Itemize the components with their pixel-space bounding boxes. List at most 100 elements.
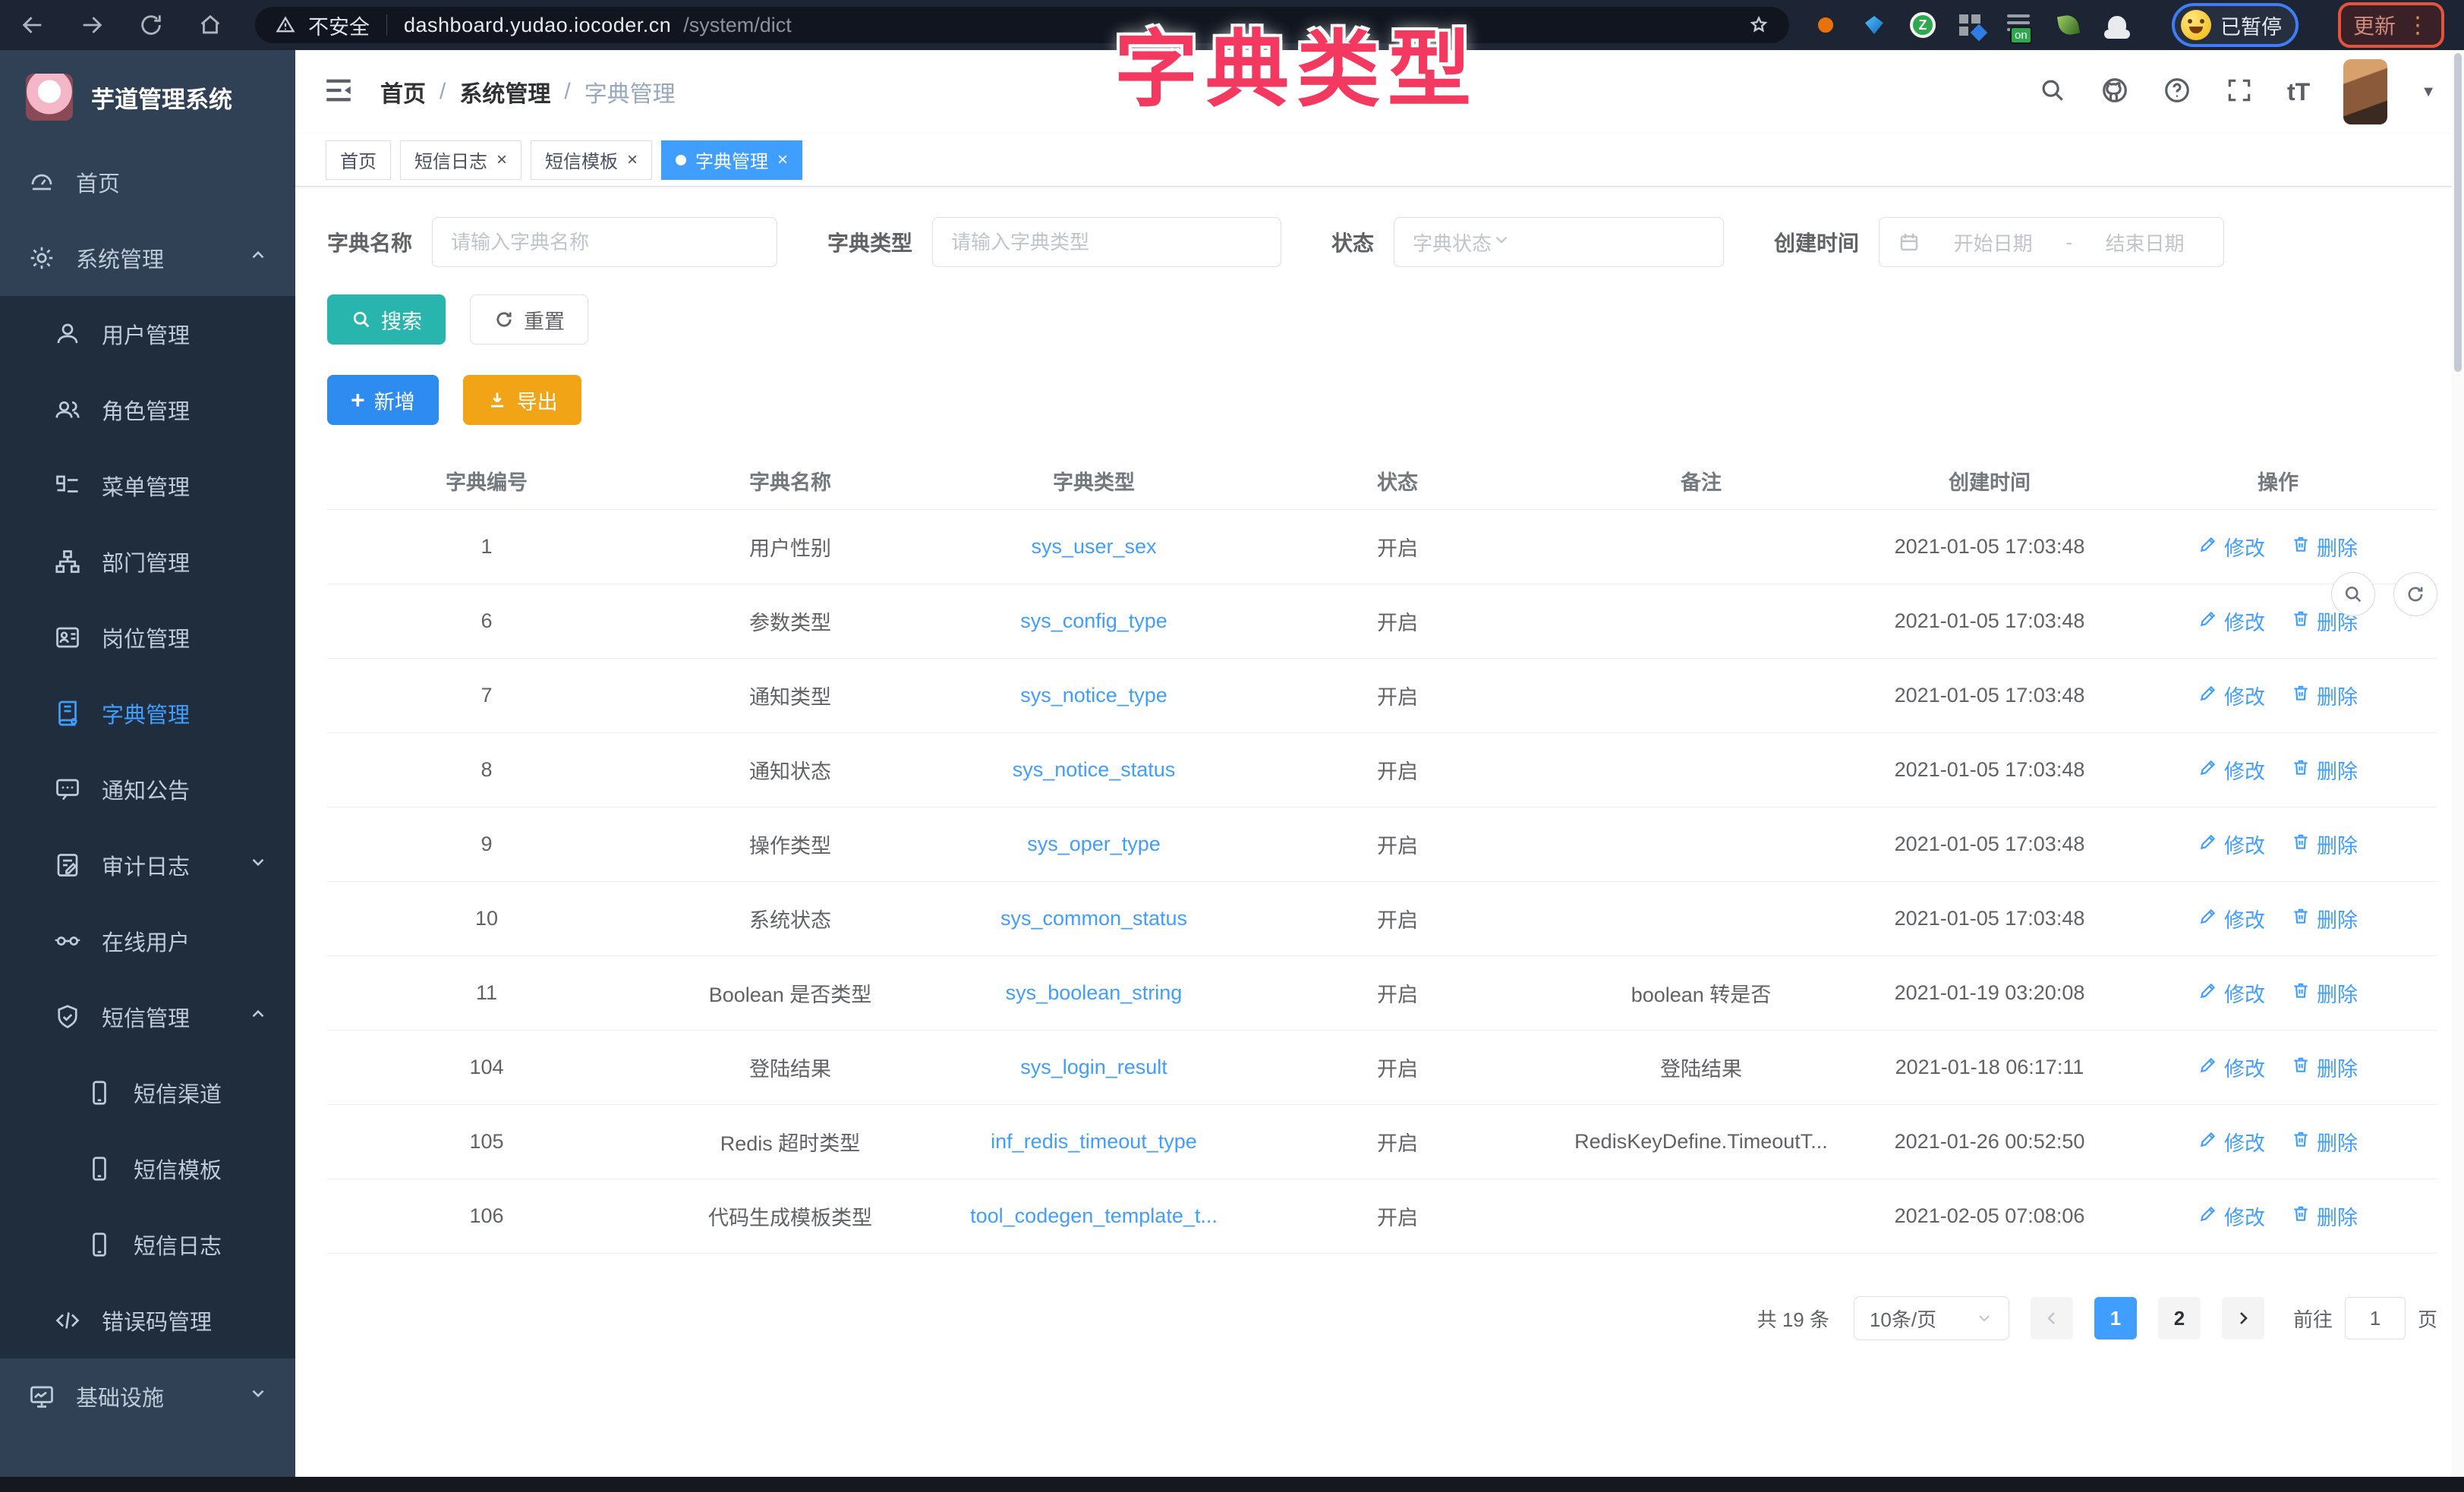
font-size-icon[interactable]: tT: [2287, 78, 2310, 106]
sidebar-item[interactable]: 字典管理: [0, 675, 295, 751]
sidebar-item[interactable]: 角色管理: [0, 372, 295, 448]
close-icon[interactable]: ×: [496, 151, 507, 169]
close-icon[interactable]: ×: [627, 151, 638, 169]
delete-link[interactable]: 删除: [2291, 1201, 2358, 1231]
edit-link[interactable]: 修改: [2198, 1053, 2265, 1082]
sidebar-item[interactable]: 基础设施: [0, 1358, 295, 1434]
date-range-picker[interactable]: 开始日期 - 结束日期: [1879, 217, 2224, 267]
dict-type-link[interactable]: inf_redis_timeout_type: [934, 1130, 1253, 1154]
edit-link[interactable]: 修改: [2198, 1201, 2265, 1231]
sidebar-item[interactable]: 首页: [0, 144, 295, 220]
edit-link[interactable]: 修改: [2198, 755, 2265, 785]
created-cell: 2021-01-05 17:03:48: [1861, 833, 2119, 856]
sidebar-item[interactable]: 岗位管理: [0, 600, 295, 675]
edit-link[interactable]: 修改: [2198, 1127, 2265, 1157]
tab-短信日志[interactable]: 短信日志×: [400, 140, 521, 180]
page-size-select[interactable]: 10条/页: [1854, 1296, 2009, 1340]
show-search-button[interactable]: [2331, 572, 2375, 616]
extension-figure-icon[interactable]: [2103, 11, 2131, 39]
prev-page-button[interactable]: [2031, 1297, 2073, 1339]
tab-短信模板[interactable]: 短信模板 ×: [531, 140, 652, 180]
edit-link[interactable]: 修改: [2198, 606, 2265, 636]
tab-label: 短信模板: [545, 146, 618, 173]
forward-icon[interactable]: [79, 12, 105, 38]
delete-link[interactable]: 删除: [2291, 755, 2358, 785]
dict-type-link[interactable]: sys_notice_status: [934, 758, 1253, 782]
back-icon[interactable]: [20, 12, 46, 38]
delete-link[interactable]: 删除: [2291, 904, 2358, 933]
page-number-2[interactable]: 2: [2158, 1297, 2201, 1339]
help-icon[interactable]: [2163, 76, 2191, 109]
dict-type-link[interactable]: sys_common_status: [934, 907, 1253, 930]
next-page-button[interactable]: [2222, 1297, 2264, 1339]
page-number-1[interactable]: 1: [2094, 1297, 2137, 1339]
dict-type-input[interactable]: [951, 231, 1262, 254]
reset-button[interactable]: 重置: [470, 294, 588, 345]
kebab-menu-icon[interactable]: ⋮: [2406, 12, 2429, 39]
extension-chip-icon[interactable]: Z: [1909, 11, 1936, 39]
sidebar-item[interactable]: 短信渠道: [0, 1055, 295, 1131]
dict-type-link[interactable]: sys_oper_type: [934, 833, 1253, 856]
delete-link[interactable]: 删除: [2291, 532, 2358, 562]
refresh-table-button[interactable]: [2393, 572, 2437, 616]
status-select[interactable]: 字典状态: [1394, 217, 1724, 267]
scrollbar-thumb[interactable]: [2454, 53, 2462, 372]
hamburger-icon[interactable]: [323, 74, 354, 110]
profile-paused-badge[interactable]: 已暂停: [2172, 3, 2299, 47]
sidebar-item[interactable]: 菜单管理: [0, 448, 295, 524]
dict-type-link[interactable]: sys_login_result: [934, 1056, 1253, 1079]
edit-link[interactable]: 修改: [2198, 532, 2265, 562]
url-bar[interactable]: 不安全 dashboard.yudao.iocoder.cn /system/d…: [255, 7, 1789, 43]
extension-leaf-icon[interactable]: [2055, 11, 2082, 39]
search-icon[interactable]: [2038, 76, 2067, 109]
edit-icon: [2198, 1129, 2218, 1154]
delete-link[interactable]: 删除: [2291, 681, 2358, 710]
edit-link[interactable]: 修改: [2198, 904, 2265, 933]
chevron-down-icon[interactable]: ▼: [2421, 83, 2436, 101]
delete-link[interactable]: 删除: [2291, 1053, 2358, 1082]
edit-link[interactable]: 修改: [2198, 978, 2265, 1008]
browser-scrollbar[interactable]: [2452, 50, 2464, 1477]
add-button[interactable]: + 新增: [327, 375, 439, 425]
delete-link[interactable]: 删除: [2291, 978, 2358, 1008]
github-icon[interactable]: [2100, 76, 2129, 109]
sidebar-item[interactable]: 短信模板: [0, 1131, 295, 1207]
breadcrumb-item[interactable]: 系统管理: [459, 75, 550, 109]
dict-type-link[interactable]: sys_config_type: [934, 609, 1253, 633]
sidebar-item[interactable]: 通知公告: [0, 751, 295, 827]
close-icon[interactable]: ×: [777, 151, 788, 169]
bookmark-star-icon[interactable]: [1748, 14, 1769, 36]
sidebar-item[interactable]: 部门管理: [0, 524, 295, 600]
browser-update-button[interactable]: 更新 ⋮: [2338, 2, 2444, 48]
delete-link[interactable]: 删除: [2291, 829, 2358, 859]
sidebar-item[interactable]: 在线用户: [0, 903, 295, 979]
dict-type-link[interactable]: sys_boolean_string: [934, 981, 1253, 1005]
dict-type-link[interactable]: tool_codegen_template_t...: [934, 1204, 1253, 1228]
fullscreen-icon[interactable]: [2225, 76, 2254, 109]
extension-list-on-icon[interactable]: on: [2006, 11, 2034, 39]
sidebar-item[interactable]: 短信日志: [0, 1207, 295, 1283]
delete-link[interactable]: 删除: [2291, 1127, 2358, 1157]
goto-page-input[interactable]: [2345, 1297, 2406, 1339]
sidebar-item[interactable]: 错误码管理: [0, 1283, 295, 1358]
tab-首页[interactable]: 首页: [326, 140, 391, 180]
dict-type-link[interactable]: sys_user_sex: [934, 535, 1253, 559]
user-avatar[interactable]: [2343, 59, 2387, 124]
dict-name-input[interactable]: [451, 231, 758, 254]
sidebar-item[interactable]: 审计日志: [0, 827, 295, 903]
sidebar-item[interactable]: 系统管理: [0, 220, 295, 296]
extension-gem-icon[interactable]: [1861, 11, 1888, 39]
sidebar-item[interactable]: 短信管理: [0, 979, 295, 1055]
breadcrumb-item[interactable]: 首页: [380, 75, 426, 109]
extension-donut-icon[interactable]: [1812, 11, 1839, 39]
reload-icon[interactable]: [138, 12, 164, 38]
export-button[interactable]: 导出: [463, 375, 581, 425]
edit-link[interactable]: 修改: [2198, 681, 2265, 710]
dict-type-link[interactable]: sys_notice_type: [934, 684, 1253, 707]
home-icon[interactable]: [197, 12, 223, 38]
edit-link[interactable]: 修改: [2198, 829, 2265, 859]
tab-字典管理[interactable]: 字典管理×: [661, 140, 802, 180]
sidebar-item[interactable]: 用户管理: [0, 296, 295, 372]
search-button[interactable]: 搜索: [327, 294, 446, 345]
extension-grid-icon[interactable]: [1958, 11, 1985, 39]
